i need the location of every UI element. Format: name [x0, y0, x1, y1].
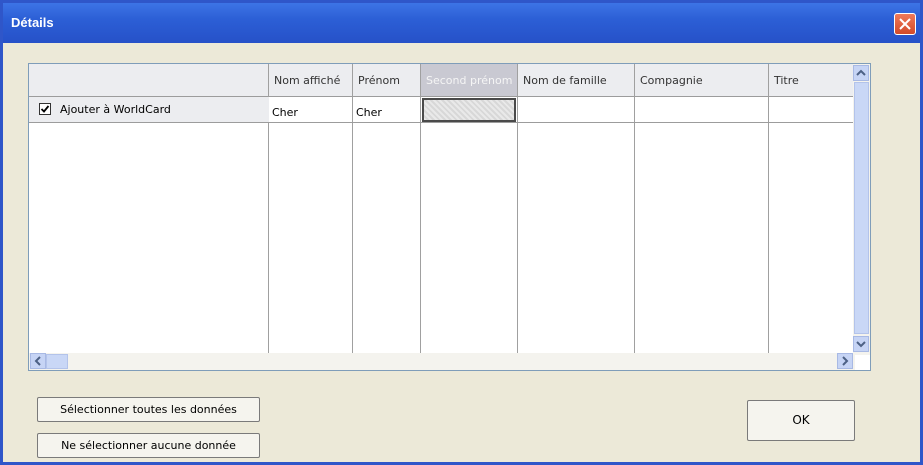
cell-first-name[interactable]: Cher — [356, 106, 382, 119]
ok-button[interactable]: OK — [747, 400, 855, 441]
chevron-right-icon — [842, 356, 849, 366]
vertical-scroll-thumb[interactable] — [854, 82, 869, 334]
vertical-scrollbar[interactable] — [853, 64, 870, 355]
chevron-left-icon — [34, 356, 41, 366]
select-no-data-button[interactable]: Ne sélectionner aucune donnée — [37, 433, 260, 458]
add-to-worldcard-checkbox[interactable] — [39, 103, 51, 115]
horizontal-scrollbar[interactable] — [29, 353, 855, 370]
column-header-last-name[interactable]: Nom de famille — [518, 64, 635, 97]
column-header-company[interactable]: Compagnie — [635, 64, 769, 97]
details-dialog: Détails Nom affiché Prénom Second prénom… — [0, 0, 923, 465]
chevron-down-icon — [856, 341, 866, 348]
checkmark-icon — [40, 105, 50, 113]
column-header-display-name[interactable]: Nom affiché — [269, 64, 353, 97]
row-header-label: Ajouter à WorldCard — [60, 103, 171, 116]
column-header-first-name[interactable]: Prénom — [353, 64, 421, 97]
cell-display-name[interactable]: Cher — [272, 106, 298, 119]
close-icon — [899, 18, 911, 30]
column-header-middle-name[interactable]: Second prénom — [421, 64, 518, 97]
close-button[interactable] — [894, 13, 916, 35]
chevron-up-icon — [856, 69, 866, 76]
select-all-data-button[interactable]: Sélectionner toutes les données — [37, 397, 260, 422]
horizontal-scroll-thumb[interactable] — [46, 354, 68, 369]
window-title: Détails — [11, 15, 54, 30]
row-header[interactable]: Ajouter à WorldCard — [29, 97, 269, 123]
cell-middle-name[interactable] — [422, 98, 516, 122]
grid-corner-header — [29, 64, 269, 97]
scroll-down-button[interactable] — [853, 336, 869, 352]
scroll-up-button[interactable] — [853, 65, 869, 81]
data-grid: Nom affiché Prénom Second prénom Nom de … — [28, 63, 871, 371]
scroll-right-button[interactable] — [837, 353, 853, 369]
scroll-left-button[interactable] — [30, 353, 46, 369]
title-bar[interactable]: Détails — [3, 3, 920, 43]
